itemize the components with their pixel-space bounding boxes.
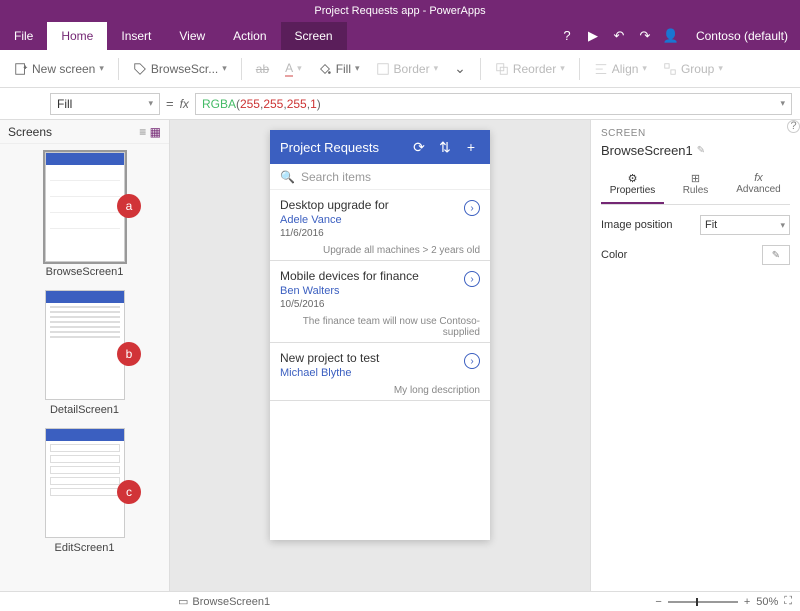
account-label[interactable]: Contoso (default) xyxy=(684,22,800,50)
sliders-icon: ⚙ xyxy=(601,172,664,185)
menu-insert[interactable]: Insert xyxy=(107,22,165,50)
screen-thumb-detail[interactable]: b DetailScreen1 xyxy=(0,290,169,416)
expand-ribbon-button[interactable]: ⌄ xyxy=(448,56,472,81)
eyedropper-icon: ✎ xyxy=(772,250,780,261)
tab-rules[interactable]: ⊞ Rules xyxy=(664,166,727,204)
menu-view[interactable]: View xyxy=(165,22,219,50)
formula-input[interactable]: RGBA(255,255,255,1) ▾ xyxy=(195,93,792,115)
annotation-badge-b: b xyxy=(117,342,141,366)
font-color-button[interactable]: A▾ xyxy=(279,57,308,81)
phone-preview: Project Requests ⟳ ⇅ + 🔍 Search items › … xyxy=(270,130,490,540)
status-screen-name: BrowseScreen1 xyxy=(192,596,270,608)
tab-properties[interactable]: ⚙ Properties xyxy=(601,166,664,204)
search-box[interactable]: 🔍 Search items xyxy=(270,164,490,190)
align-button[interactable]: Align▾ xyxy=(588,58,653,80)
list-item[interactable]: › Desktop upgrade for Adele Vance 11/6/2… xyxy=(270,190,490,261)
play-icon[interactable]: ▶ xyxy=(580,22,606,50)
zoom-in-button[interactable]: + xyxy=(744,596,750,608)
list-view-icon[interactable]: ≡ xyxy=(139,125,146,139)
menu-screen[interactable]: Screen xyxy=(281,22,347,50)
reorder-button[interactable]: Reorder▾ xyxy=(489,58,571,80)
panel-section-label: SCREEN xyxy=(601,128,790,139)
zoom-value: 50% xyxy=(756,596,778,608)
add-icon[interactable]: + xyxy=(462,139,480,155)
paint-bucket-icon xyxy=(318,62,332,76)
search-icon: 🔍 xyxy=(280,170,295,184)
group-icon xyxy=(663,62,677,76)
image-position-label: Image position xyxy=(601,219,673,231)
sort-icon[interactable]: ⇅ xyxy=(436,139,454,156)
status-bar: ▭ BrowseScreen1 − + 50% ⛶ xyxy=(0,591,800,611)
property-selector[interactable]: Fill▾ xyxy=(50,93,160,115)
undo-icon[interactable]: ↶ xyxy=(606,22,632,50)
selected-screen-name[interactable]: BrowseScreen1 ✎ xyxy=(601,143,790,158)
fit-screen-icon[interactable]: ⛶ xyxy=(784,595,792,608)
edit-pencil-icon[interactable]: ✎ xyxy=(697,145,705,156)
formula-bar: Fill▾ = fx RGBA(255,255,255,1) ▾ xyxy=(0,88,800,120)
fx-label: fx xyxy=(180,97,189,111)
tab-advanced[interactable]: fx Advanced xyxy=(727,166,790,204)
new-screen-button[interactable]: New screen▾ xyxy=(8,58,110,80)
image-position-select[interactable]: Fit▾ xyxy=(700,215,790,235)
fill-button[interactable]: Fill▾ xyxy=(312,58,366,80)
list-item[interactable]: › Mobile devices for finance Ben Walters… xyxy=(270,261,490,343)
tag-icon xyxy=(133,62,147,76)
group-button[interactable]: Group▾ xyxy=(657,58,729,80)
help-circle-icon[interactable]: ? xyxy=(787,120,800,133)
canvas-area[interactable]: Project Requests ⟳ ⇅ + 🔍 Search items › … xyxy=(170,120,590,591)
border-icon xyxy=(376,62,390,76)
color-label: Color xyxy=(601,249,627,261)
rules-icon: ⊞ xyxy=(664,172,727,185)
menu-action[interactable]: Action xyxy=(219,22,280,50)
zoom-slider[interactable] xyxy=(668,601,738,603)
chevron-right-icon[interactable]: › xyxy=(464,200,480,216)
properties-panel: SCREEN ? BrowseScreen1 ✎ ⚙ Properties ⊞ … xyxy=(590,120,800,591)
font-strike-button[interactable]: ab xyxy=(250,58,275,80)
border-button[interactable]: Border▾ xyxy=(370,58,445,80)
help-icon[interactable]: ? xyxy=(554,22,580,50)
page-indicator-icon: ▭ xyxy=(178,595,188,608)
equals-label: = xyxy=(166,96,174,111)
chevron-right-icon[interactable]: › xyxy=(464,353,480,369)
title-bar: Project Requests app - PowerApps xyxy=(0,0,800,22)
user-icon[interactable]: 👤 xyxy=(658,22,684,50)
properties-tabs: ⚙ Properties ⊞ Rules fx Advanced xyxy=(601,166,790,205)
control-selector[interactable]: BrowseScr...▾ xyxy=(127,58,233,80)
screens-header-label: Screens xyxy=(8,125,52,139)
grid-view-icon[interactable]: ▦ xyxy=(150,125,161,139)
new-screen-icon xyxy=(14,62,28,76)
align-icon xyxy=(594,62,608,76)
app-header: Project Requests ⟳ ⇅ + xyxy=(270,130,490,164)
annotation-badge-a: a xyxy=(117,194,141,218)
app-title: Project Requests xyxy=(280,140,402,155)
screens-panel: Screens ≡ ▦ a BrowseScreen1 b DetailScre… xyxy=(0,120,170,591)
redo-icon[interactable]: ↷ xyxy=(632,22,658,50)
gallery-list: › Desktop upgrade for Adele Vance 11/6/2… xyxy=(270,190,490,540)
screen-thumb-edit[interactable]: c EditScreen1 xyxy=(0,428,169,554)
annotation-badge-c: c xyxy=(117,480,141,504)
refresh-icon[interactable]: ⟳ xyxy=(410,139,428,156)
reorder-icon xyxy=(495,62,509,76)
zoom-out-button[interactable]: − xyxy=(655,596,661,608)
chevron-right-icon[interactable]: › xyxy=(464,271,480,287)
screen-thumb-browse[interactable]: a BrowseScreen1 xyxy=(0,152,169,278)
fx-icon: fx xyxy=(727,172,790,184)
menu-file[interactable]: File xyxy=(0,22,47,50)
menu-home[interactable]: Home xyxy=(47,22,107,50)
ribbon: New screen▾ BrowseScr...▾ ab A▾ Fill▾ Bo… xyxy=(0,50,800,88)
menu-bar: File Home Insert View Action Screen ? ▶ … xyxy=(0,22,800,50)
color-picker[interactable]: ✎ xyxy=(762,245,790,265)
list-item[interactable]: › New project to test Michael Blythe My … xyxy=(270,343,490,401)
